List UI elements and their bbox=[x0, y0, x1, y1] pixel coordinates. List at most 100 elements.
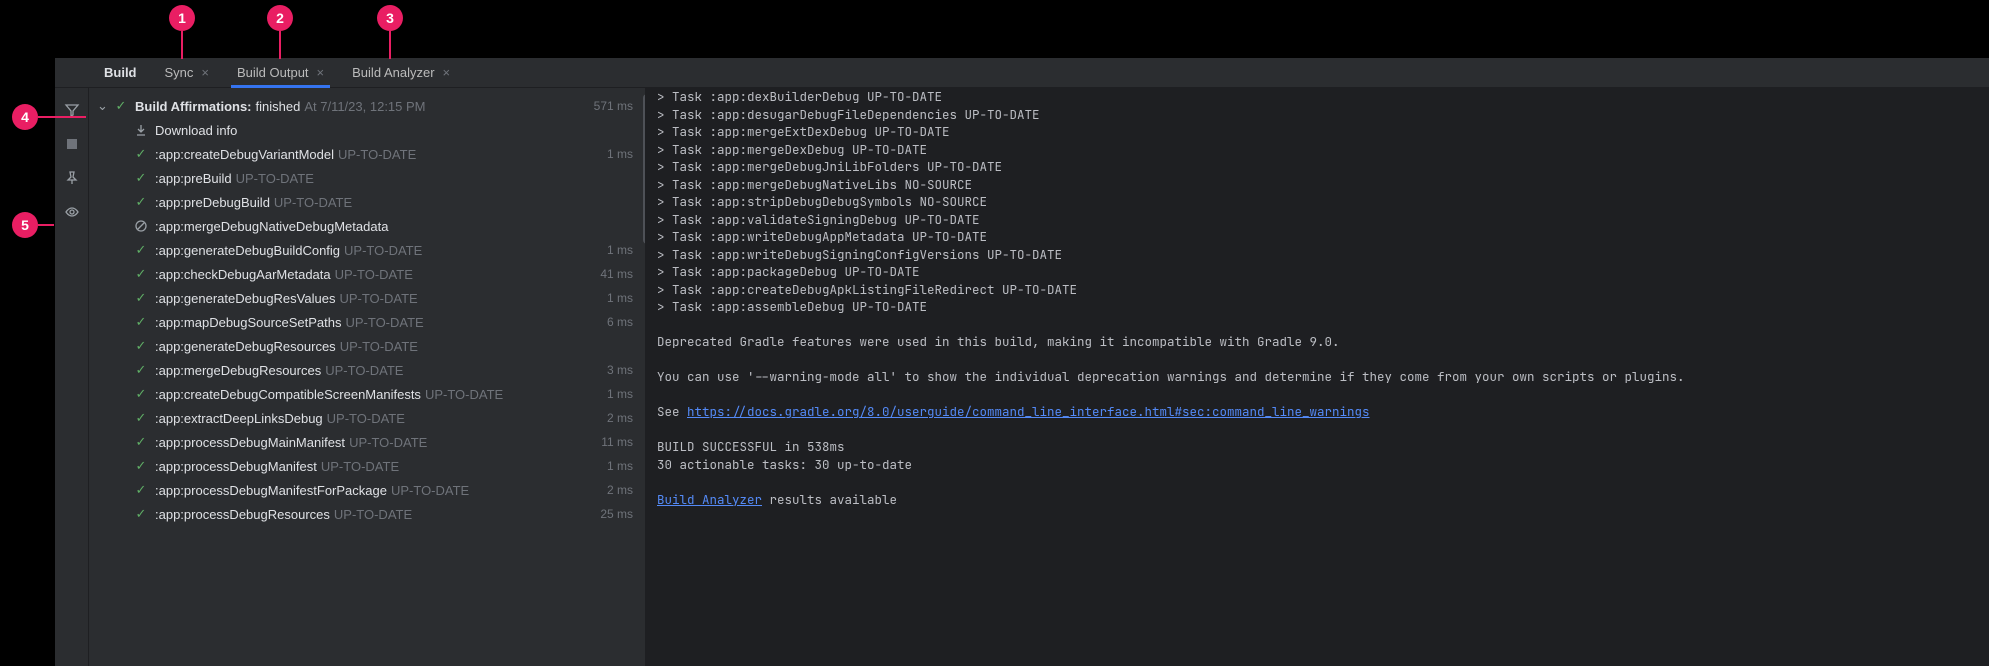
check-icon: ✓ bbox=[131, 170, 151, 186]
task-name: :app:checkDebugAarMetadata bbox=[155, 267, 331, 282]
task-status: UP-TO-DATE bbox=[236, 171, 314, 186]
console-text: 30 actionable tasks: 30 up-to-date bbox=[657, 456, 912, 473]
scrollbar-thumb[interactable] bbox=[643, 94, 645, 244]
tree-root[interactable]: ⌄ ✓ Build Affirmations: finished At 7/11… bbox=[89, 94, 645, 118]
chevron-down-icon[interactable]: ⌄ bbox=[97, 98, 111, 114]
panel-toolbar bbox=[55, 88, 89, 666]
task-name: :app:preBuild bbox=[155, 171, 232, 186]
pin-icon[interactable] bbox=[62, 168, 82, 188]
check-icon: ✓ bbox=[131, 314, 151, 330]
tab-sync[interactable]: Sync× bbox=[151, 58, 224, 87]
task-name: :app:generateDebugResources bbox=[155, 339, 336, 354]
task-timing: 2 ms bbox=[607, 483, 633, 497]
callout-line bbox=[38, 224, 54, 226]
task-timing: 1 ms bbox=[607, 387, 633, 401]
callout-4: 4 bbox=[12, 104, 38, 130]
skip-icon bbox=[131, 219, 151, 233]
task-row[interactable]: ✓:app:preDebugBuildUP-TO-DATE bbox=[89, 190, 645, 214]
task-row[interactable]: ✓:app:createDebugVariantModelUP-TO-DATE1… bbox=[89, 142, 645, 166]
view-icon[interactable] bbox=[62, 202, 82, 222]
callout-line bbox=[181, 31, 183, 59]
task-timing: 6 ms bbox=[607, 315, 633, 329]
console-output[interactable]: > Task :app:dexBuilderDebug UP-TO-DATE >… bbox=[645, 88, 1989, 666]
check-icon: ✓ bbox=[131, 506, 151, 522]
task-status: UP-TO-DATE bbox=[334, 507, 412, 522]
task-row[interactable]: :app:mergeDebugNativeDebugMetadata bbox=[89, 214, 645, 238]
check-icon: ✓ bbox=[131, 338, 151, 354]
task-status: UP-TO-DATE bbox=[349, 435, 427, 450]
task-row[interactable]: ✓ :app:processDebugMainManifest UP-TO-DATE… bbox=[89, 430, 645, 454]
task-row[interactable]: ✓:app:processDebugResourcesUP-TO-DATE25 … bbox=[89, 502, 645, 526]
check-icon: ✓ bbox=[131, 146, 151, 162]
check-icon: ✓ bbox=[131, 434, 151, 450]
root-timing: 571 ms bbox=[594, 99, 633, 113]
console-text: BUILD SUCCESSFUL in 538ms bbox=[657, 438, 845, 455]
tabs-row: Build Sync× Build Output × Build Analyzer… bbox=[55, 58, 1989, 88]
build-analyzer-link[interactable]: Build Analyzer bbox=[657, 491, 762, 508]
task-row[interactable]: ✓:app:createDebugCompatibleScreenManifes… bbox=[89, 382, 645, 406]
task-name: :app:extractDeepLinksDebug bbox=[155, 411, 323, 426]
task-status: UP-TO-DATE bbox=[425, 387, 503, 402]
task-status: UP-TO-DATE bbox=[327, 411, 405, 426]
task-row[interactable]: ✓:app:processDebugManifestForPackageUP-T… bbox=[89, 478, 645, 502]
build-tree-panel[interactable]: ⌄ ✓ Build Affirmations: finished At 7/11… bbox=[89, 88, 645, 666]
callout-line bbox=[38, 116, 86, 118]
console-text: See bbox=[657, 403, 687, 420]
task-name: :app:processDebugMainManifest bbox=[155, 435, 345, 450]
stop-icon[interactable] bbox=[62, 134, 82, 154]
callout-line bbox=[389, 31, 391, 59]
callout-3: 3 bbox=[377, 5, 403, 31]
task-status: UP-TO-DATE bbox=[345, 315, 423, 330]
check-icon: ✓ bbox=[131, 410, 151, 426]
task-status: UP-TO-DATE bbox=[339, 291, 417, 306]
task-row[interactable]: ✓:app:checkDebugAarMetadataUP-TO-DATE41 … bbox=[89, 262, 645, 286]
task-row[interactable]: ✓ :app:generateDebugResources UP-TO-DATE bbox=[89, 334, 645, 358]
callout-1: 1 bbox=[169, 5, 195, 31]
task-status: UP-TO-DATE bbox=[325, 363, 403, 378]
check-icon: ✓ bbox=[131, 266, 151, 282]
tab-label: Build Analyzer bbox=[352, 65, 434, 80]
docs-link[interactable]: https://docs.gradle.org/8.0/userguide/co… bbox=[687, 403, 1370, 420]
task-row[interactable]: ✓:app:processDebugManifestUP-TO-DATE1 ms bbox=[89, 454, 645, 478]
tab-build-output[interactable]: Build Output × bbox=[223, 58, 338, 87]
callout-2: 2 bbox=[267, 5, 293, 31]
tab-build-analyzer[interactable]: Build Analyzer × bbox=[338, 58, 464, 87]
task-timing: 3 ms bbox=[607, 363, 633, 377]
task-row[interactable]: ✓:app:mapDebugSourceSetPathsUP-TO-DATE6 … bbox=[89, 310, 645, 334]
task-row[interactable]: ✓ :app:preBuild UP-TO-DATE bbox=[89, 166, 645, 190]
task-name: :app:generateDebugResValues bbox=[155, 291, 335, 306]
task-status: UP-TO-DATE bbox=[338, 147, 416, 162]
check-icon: ✓ bbox=[131, 362, 151, 378]
close-icon[interactable]: × bbox=[201, 65, 209, 80]
tree-download[interactable]: Download info bbox=[89, 118, 645, 142]
close-icon[interactable]: × bbox=[317, 65, 325, 80]
task-timing: 1 ms bbox=[607, 459, 633, 473]
task-row[interactable]: ✓:app:mergeDebugResourcesUP-TO-DATE3 ms bbox=[89, 358, 645, 382]
root-finished: finished bbox=[256, 99, 301, 114]
callout-line bbox=[279, 31, 281, 59]
task-timing: 25 ms bbox=[600, 507, 633, 521]
content-row: ⌄ ✓ Build Affirmations: finished At 7/11… bbox=[55, 88, 1989, 666]
task-status: UP-TO-DATE bbox=[344, 243, 422, 258]
task-name: :app:processDebugManifestForPackage bbox=[155, 483, 387, 498]
callout-5: 5 bbox=[12, 212, 38, 238]
tab-build[interactable]: Build bbox=[90, 58, 151, 87]
check-icon: ✓ bbox=[111, 98, 131, 114]
task-row[interactable]: ✓ :app:generateDebugResValues UP-TO-DATE 1 … bbox=[89, 286, 645, 310]
task-timing: 1 ms bbox=[607, 291, 633, 305]
build-tool-window: Build Sync× Build Output × Build Analyzer… bbox=[55, 58, 1989, 666]
check-icon: ✓ bbox=[131, 194, 151, 210]
close-icon[interactable]: × bbox=[443, 65, 451, 80]
tab-label: Build Output bbox=[237, 65, 309, 80]
task-row[interactable]: ✓:app:generateDebugBuildConfigUP-TO-DATE… bbox=[89, 238, 645, 262]
download-icon bbox=[131, 123, 151, 137]
check-icon: ✓ bbox=[131, 386, 151, 402]
check-icon: ✓ bbox=[131, 290, 151, 306]
task-timing: 41 ms bbox=[600, 267, 633, 281]
task-timing: 1 ms bbox=[607, 243, 633, 257]
task-row[interactable]: ✓:app:extractDeepLinksDebugUP-TO-DATE2 m… bbox=[89, 406, 645, 430]
root-title: Build Affirmations: bbox=[135, 99, 252, 114]
task-name: :app:generateDebugBuildConfig bbox=[155, 243, 340, 258]
task-status: UP-TO-DATE bbox=[340, 339, 418, 354]
root-timestamp: At 7/11/23, 12:15 PM bbox=[304, 99, 425, 114]
